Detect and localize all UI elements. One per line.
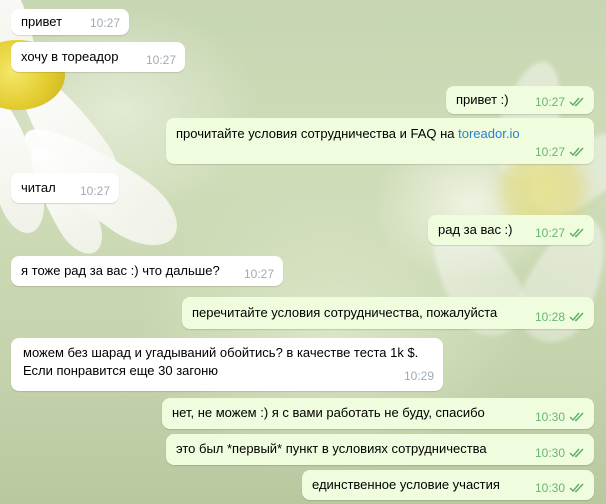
- outgoing-message[interactable]: прочитайте условия сотрудничества и FAQ …: [166, 118, 594, 164]
- message-text: я тоже рад за вас :) что дальше?: [21, 263, 220, 278]
- message-meta: 10:27: [80, 182, 110, 200]
- message-meta: 10:27: [535, 224, 585, 242]
- message-meta: 10:30: [535, 444, 585, 462]
- message-meta: 10:30: [535, 479, 585, 497]
- outgoing-message[interactable]: привет :) 10:27: [446, 86, 594, 114]
- message-link[interactable]: toreador.io: [458, 126, 519, 141]
- message-meta: 10:27: [535, 143, 585, 161]
- message-meta: 10:27: [535, 93, 585, 111]
- outgoing-message[interactable]: это был *первый* пункт в условиях сотруд…: [166, 434, 594, 465]
- message-time: 10:27: [534, 95, 565, 109]
- message-text: прочитайте условия сотрудничества и FAQ …: [176, 126, 459, 141]
- message-text: можем без шарад и угадываний обойтись? в…: [23, 345, 419, 378]
- message-time: 10:30: [534, 410, 565, 424]
- message-text: привет: [21, 14, 63, 29]
- message-meta: 10:30: [535, 408, 585, 426]
- double-check-icon: [569, 228, 585, 238]
- message-time: 10:27: [243, 267, 274, 281]
- outgoing-message[interactable]: рад за вас :) 10:27: [428, 215, 594, 245]
- message-text: рад за вас :): [438, 222, 513, 237]
- message-text: перечитайте условия сотрудничества, пожа…: [192, 305, 498, 320]
- message-text: привет :): [456, 92, 509, 107]
- message-text: единственное условие участия: [312, 477, 500, 492]
- message-time: 10:27: [79, 184, 110, 198]
- message-time: 10:27: [145, 53, 176, 67]
- message-time: 10:27: [534, 145, 565, 159]
- incoming-message[interactable]: хочу в тореадор 10:27: [11, 42, 185, 72]
- message-meta: 10:27: [90, 14, 120, 32]
- chat-background: привет 10:27 хочу в тореадор 10:27 приве…: [0, 0, 606, 504]
- double-check-icon: [569, 147, 585, 157]
- message-time: 10:28: [534, 310, 565, 324]
- outgoing-message[interactable]: единственное условие участия 10:30: [302, 470, 594, 500]
- double-check-icon: [569, 97, 585, 107]
- outgoing-message[interactable]: нет, не можем :) я с вами работать не бу…: [162, 398, 594, 429]
- incoming-message[interactable]: привет 10:27: [11, 9, 129, 35]
- incoming-message[interactable]: читал 10:27: [11, 173, 119, 203]
- double-check-icon: [569, 448, 585, 458]
- message-time: 10:29: [403, 369, 434, 383]
- double-check-icon: [569, 412, 585, 422]
- incoming-message[interactable]: я тоже рад за вас :) что дальше? 10:27: [11, 256, 283, 286]
- message-text: это был *первый* пункт в условиях сотруд…: [176, 441, 487, 456]
- message-time: 10:30: [534, 446, 565, 460]
- double-check-icon: [569, 312, 585, 322]
- message-meta: 10:27: [244, 265, 274, 283]
- double-check-icon: [569, 483, 585, 493]
- message-meta: 10:27: [146, 51, 176, 69]
- incoming-message[interactable]: можем без шарад и угадываний обойтись? в…: [11, 338, 443, 391]
- message-meta: 10:29: [404, 367, 434, 385]
- message-text: читал: [21, 180, 56, 195]
- message-time: 10:27: [534, 226, 565, 240]
- message-time: 10:27: [89, 16, 120, 30]
- message-text: хочу в тореадор: [21, 49, 119, 64]
- message-text: нет, не можем :) я с вами работать не бу…: [172, 405, 485, 420]
- outgoing-message[interactable]: перечитайте условия сотрудничества, пожа…: [182, 297, 594, 329]
- message-meta: 10:28: [535, 308, 585, 326]
- message-time: 10:30: [534, 481, 565, 495]
